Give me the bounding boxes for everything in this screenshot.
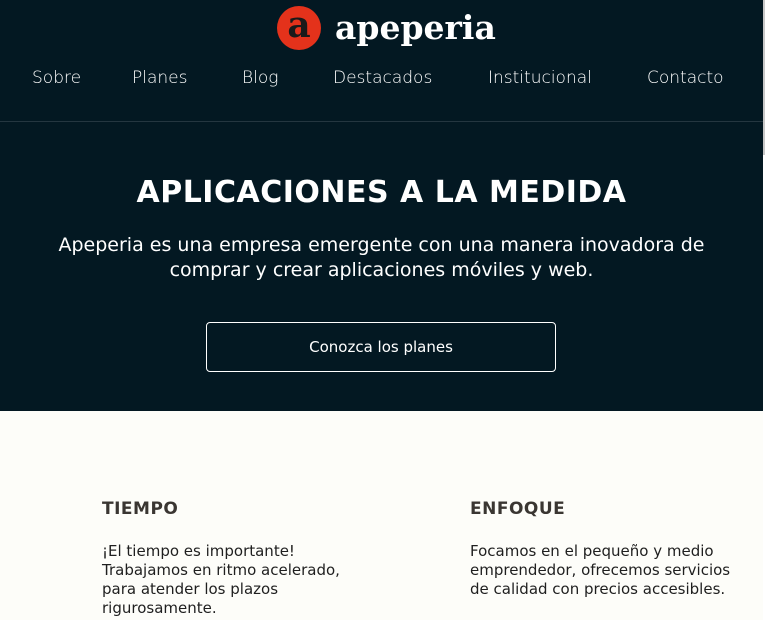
plans-button[interactable]: Conozca los planes [206,322,556,372]
feature-tiempo: TIEMPO ¡El tiempo es importante! Trabaja… [102,497,392,618]
brand-name: apeperia [335,8,496,47]
nav-item-blog[interactable]: Blog [242,66,278,90]
nav-item-institucional[interactable]: Institucional [488,66,592,90]
nav-item-sobre[interactable]: Sobre [32,66,81,90]
feature-text: ¡El tiempo es importante! Trabajamos en … [102,542,340,617]
logo[interactable]: a apeperia [277,6,496,50]
nav-item-contacto[interactable]: Contacto [647,66,724,90]
feature-title: ENFOQUE [470,499,566,519]
header-divider [0,121,763,122]
feature-title: TIEMPO [102,499,179,519]
site-header: a apeperia Sobre Planes Blog Destacados … [0,0,763,411]
feature-text: Focamos en el pequeño y medio emprendedo… [470,542,731,598]
main-nav: Sobre Planes Blog Destacados Institucion… [0,66,763,92]
feature-enfoque: ENFOQUE Focamos en el pequeño y medio em… [470,497,760,599]
nav-item-planes[interactable]: Planes [132,66,187,90]
logo-icon: a [277,6,321,50]
hero-subtitle: Apeperia es una empresa emergente con un… [58,234,705,281]
hero-title: APLICACIONES A LA MEDIDA [136,175,627,210]
nav-item-destacados[interactable]: Destacados [333,66,432,90]
